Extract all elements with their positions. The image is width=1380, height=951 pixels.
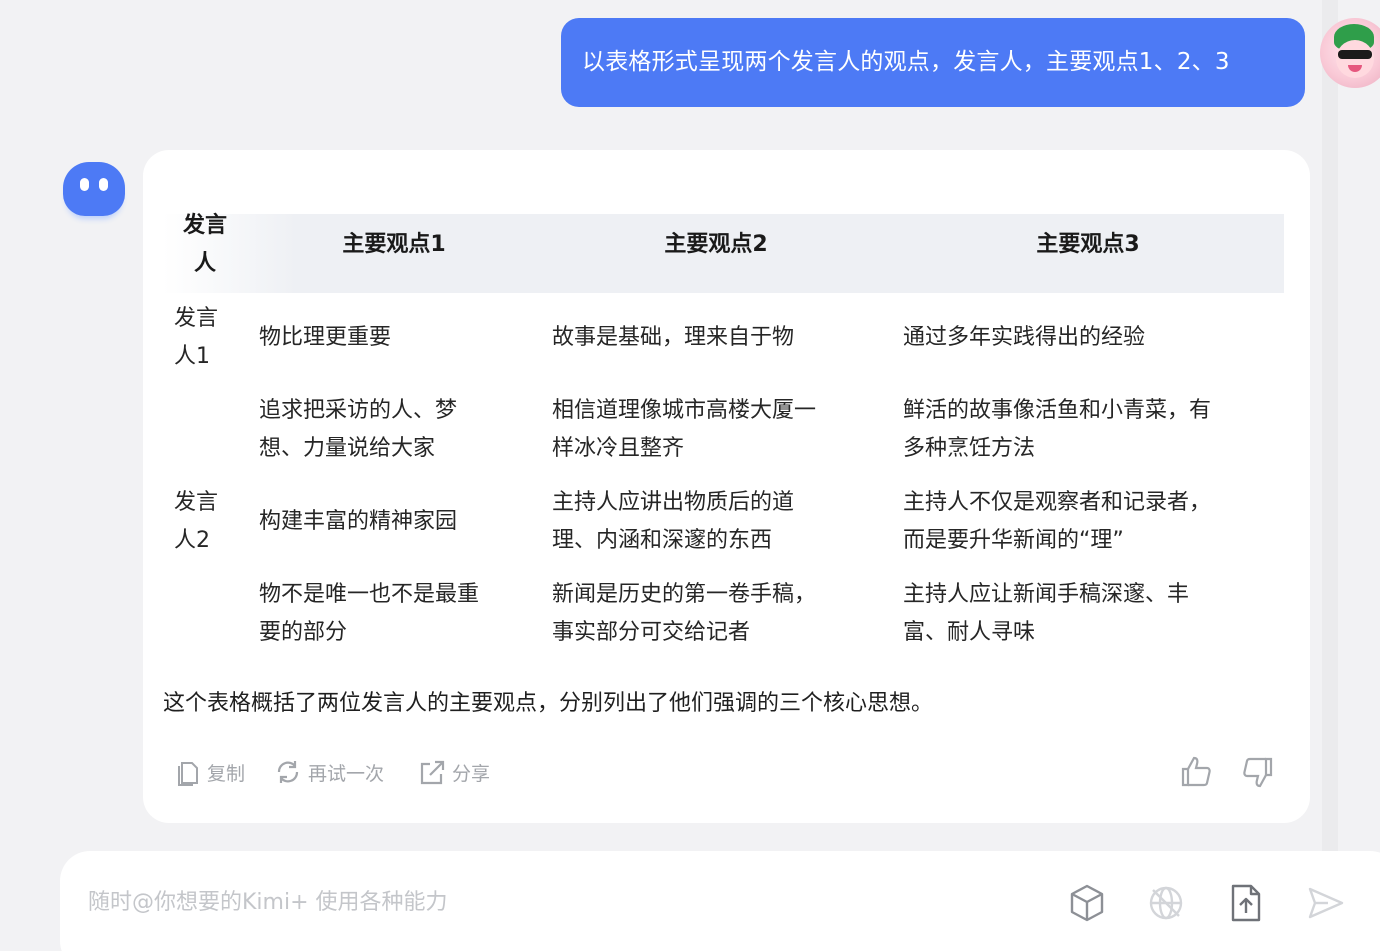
- table-header-point2: 主要观点2: [664, 232, 768, 257]
- avatar-glasses: [1338, 50, 1372, 59]
- copy-label: 复制: [207, 762, 246, 785]
- table-header-speaker: 发言 人: [182, 213, 227, 276]
- dislike-button[interactable]: [1239, 754, 1275, 790]
- table-cell-point1: 构建丰富的精神家园: [259, 509, 458, 534]
- bot-eye-left: [80, 178, 89, 191]
- copy-icon: [178, 762, 198, 786]
- retry-label: 再试一次: [308, 762, 385, 785]
- table-cell-point3: 通过多年实践得出的经验: [903, 325, 1146, 350]
- table-cell-point2: 相信道理像城市高楼大厦一 样冰冷且整齐: [552, 398, 817, 461]
- table-cell-point2: 新闻是历史的第一卷手稿， 事实部分可交给记者: [552, 582, 817, 645]
- upload-file-button[interactable]: [1224, 881, 1268, 925]
- refresh-icon: [277, 761, 299, 783]
- avatar-face: [1336, 40, 1374, 78]
- user-message-text: 以表格形式呈现两个发言人的观点，发言人，主要观点1、2、3: [582, 49, 1230, 75]
- share-icon: [420, 760, 445, 785]
- kimi-plus-button[interactable]: [1065, 881, 1109, 925]
- share-button[interactable]: 分享: [418, 754, 490, 790]
- answer-summary: 这个表格概括了两位发言人的主要观点，分别列出了他们强调的三个核心思想。: [163, 691, 934, 716]
- table-cell-speaker: 发言 人2: [174, 490, 219, 553]
- like-button[interactable]: [1179, 754, 1215, 790]
- table-cell-point2: 故事是基础，理来自于物: [552, 325, 795, 350]
- table-cell-point2: 主持人应讲出物质后的道 理、内涵和深邃的东西: [552, 490, 795, 553]
- table-cell-point1: 物比理更重要: [259, 325, 392, 350]
- thumbs-up-icon: [1181, 756, 1211, 787]
- copy-button[interactable]: 复制: [175, 754, 245, 790]
- cube-icon: [1070, 884, 1104, 922]
- send-button[interactable]: [1304, 881, 1348, 925]
- web-search-toggle[interactable]: [1144, 881, 1188, 925]
- user-message-bubble: 以表格形式呈现两个发言人的观点，发言人，主要观点1、2、3: [561, 18, 1305, 107]
- scrollbar-track[interactable]: [1322, 0, 1338, 951]
- table-header-point1: 主要观点1: [342, 232, 446, 257]
- kimi-bot-avatar: [63, 162, 125, 216]
- bot-eye-right: [99, 178, 108, 191]
- table-cell-point3: 主持人不仅是观察者和记录者， 而是要升华新闻的“理”: [903, 490, 1212, 553]
- table-header-point3: 主要观点3: [1036, 232, 1140, 257]
- chat-input-box[interactable]: 随时@你想要的Kimi+ 使用各种能力: [60, 851, 1380, 951]
- table-cell-point1: 物不是唯一也不是最重 要的部分: [259, 582, 480, 645]
- thumbs-down-icon: [1243, 757, 1273, 788]
- send-icon: [1308, 887, 1344, 919]
- chat-input-placeholder[interactable]: 随时@你想要的Kimi+ 使用各种能力: [88, 884, 448, 916]
- table-cell-point1: 追求把采访的人、梦 想、力量说给大家: [259, 398, 458, 461]
- web-search-off-icon: [1149, 886, 1183, 920]
- table-cell-point3: 鲜活的故事像活鱼和小青菜，有 多种烹饪方法: [903, 398, 1212, 461]
- share-label: 分享: [452, 762, 491, 785]
- retry-button[interactable]: 再试一次: [274, 754, 384, 790]
- upload-file-icon: [1231, 884, 1261, 922]
- table-cell-speaker: 发言 人1: [174, 306, 219, 369]
- table-cell-point3: 主持人应让新闻手稿深邃、丰 富、耐人寻味: [903, 582, 1190, 645]
- assistant-answer-card: 发言 人 主要观点1 主要观点2 主要观点3 发言 人1 物比理更重要 故事是基…: [143, 150, 1310, 823]
